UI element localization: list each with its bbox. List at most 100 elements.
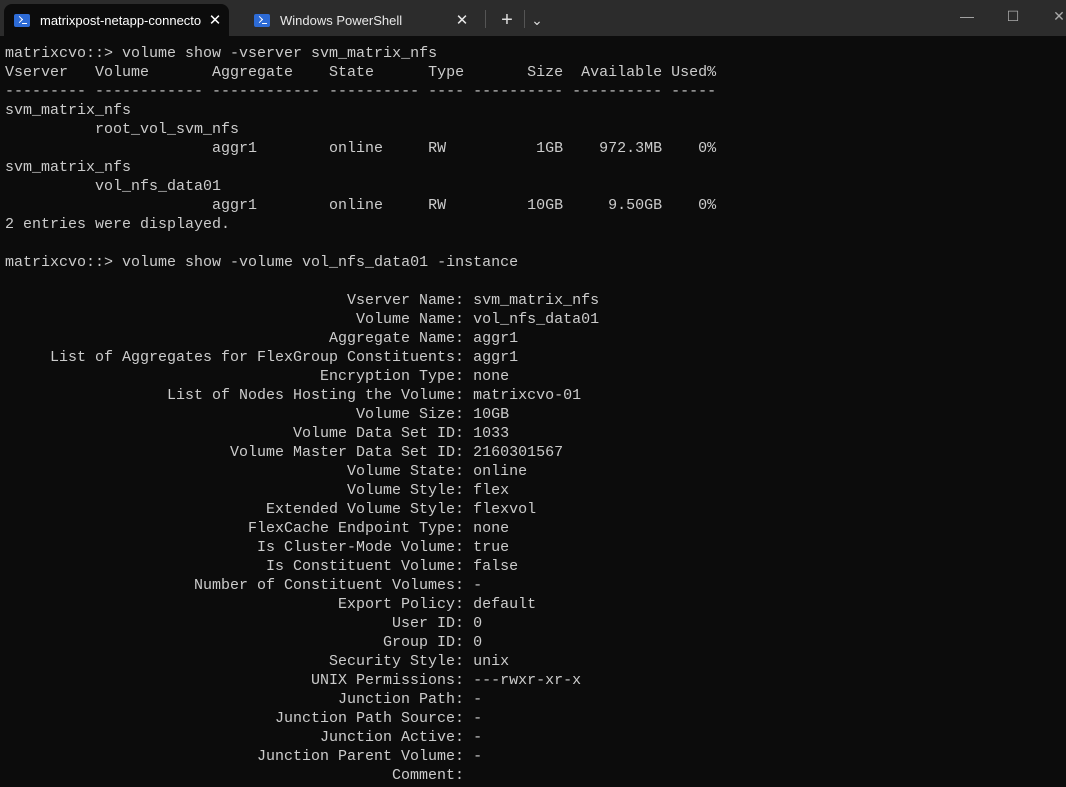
powershell-icon — [254, 13, 270, 27]
field-value: default — [473, 596, 537, 613]
terminal-line: svm_matrix_nfs — [5, 159, 132, 176]
maximize-button[interactable]: ☐ — [990, 2, 1036, 30]
field-value: unix — [473, 653, 510, 670]
instance-field: Volume Name: vol_nfs_data01 — [5, 310, 716, 329]
powershell-icon — [14, 13, 30, 27]
tab-dropdown-chevron-down-icon[interactable]: ⌄ — [526, 6, 548, 34]
terminal-line: aggr1 online RW 10GB 9.50GB 0% — [5, 197, 717, 214]
field-value: flexvol — [473, 501, 537, 518]
field-label: Is Cluster-Mode Volume: — [257, 539, 465, 556]
terminal-line: matrixcvo::> volume show -volume vol_nfs… — [5, 254, 519, 271]
field-label: Export Policy: — [338, 596, 465, 613]
field-label: Is Constituent Volume: — [266, 558, 465, 575]
field-label: Junction Path: — [338, 691, 465, 708]
field-value: online — [473, 463, 528, 480]
field-label: Group ID: — [383, 634, 465, 651]
field-label: Comment: — [392, 767, 465, 784]
field-label: Vserver Name: — [347, 292, 465, 309]
field-label: Number of Constituent Volumes: — [194, 577, 465, 594]
terminal-line: 2 entries were displayed. — [5, 216, 231, 233]
terminal-output[interactable]: matrixcvo::> volume show -vserver svm_ma… — [5, 44, 716, 785]
field-value: flex — [473, 482, 510, 499]
field-value: 1033 — [473, 425, 510, 442]
tab-label: Windows PowerShell — [280, 12, 403, 28]
field-label: UNIX Permissions: — [311, 672, 465, 689]
terminal-line: root_vol_svm_nfs — [5, 121, 240, 138]
field-value: svm_matrix_nfs — [473, 292, 600, 309]
field-label: Volume Style: — [347, 482, 465, 499]
instance-field: User ID: 0 — [5, 614, 716, 633]
close-window-button[interactable]: ✕ — [1036, 2, 1066, 30]
divider — [524, 10, 525, 28]
instance-field: Number of Constituent Volumes: - — [5, 576, 716, 595]
field-label: Junction Path Source: — [275, 710, 465, 727]
terminal-line: Vserver Volume Aggregate State Type Size… — [5, 64, 717, 81]
tab-label: matrixpost-netapp-connector — [40, 12, 201, 28]
divider — [485, 10, 486, 28]
terminal-line: vol_nfs_data01 — [5, 178, 222, 195]
field-value: aggr1 — [473, 349, 519, 366]
instance-field: Junction Active: - — [5, 728, 716, 747]
field-value: matrixcvo-01 — [473, 387, 582, 404]
field-value: - — [473, 577, 483, 594]
instance-field: Comment: — [5, 766, 716, 785]
tab-matrixpost-netapp-connector[interactable]: matrixpost-netapp-connector ✕ — [4, 4, 229, 36]
title-bar: matrixpost-netapp-connector ✕ Windows Po… — [0, 0, 1066, 36]
instance-field: Extended Volume Style: flexvol — [5, 500, 716, 519]
instance-field: Group ID: 0 — [5, 633, 716, 652]
field-label: List of Nodes Hosting the Volume: — [167, 387, 465, 404]
instance-field: Is Constituent Volume: false — [5, 557, 716, 576]
field-value: vol_nfs_data01 — [473, 311, 600, 328]
field-value: none — [473, 520, 510, 537]
instance-field: Is Cluster-Mode Volume: true — [5, 538, 716, 557]
field-label: Junction Parent Volume: — [257, 748, 465, 765]
instance-field: List of Nodes Hosting the Volume: matrixc… — [5, 386, 716, 405]
field-value: none — [473, 368, 510, 385]
instance-field: Volume State: online — [5, 462, 716, 481]
field-label: Volume Master Data Set ID: — [230, 444, 465, 461]
field-value: - — [473, 691, 483, 708]
instance-field: Junction Path Source: - — [5, 709, 716, 728]
instance-field: Volume Size: 10GB — [5, 405, 716, 424]
terminal-line: matrixcvo::> volume show -vserver svm_ma… — [5, 45, 438, 62]
instance-field: Junction Path: - — [5, 690, 716, 709]
instance-field: Vserver Name: svm_matrix_nfs — [5, 291, 716, 310]
field-label: Volume State: — [347, 463, 465, 480]
close-tab-icon[interactable]: ✕ — [448, 11, 476, 29]
field-label: Extended Volume Style: — [266, 501, 465, 518]
field-label: Junction Active: — [320, 729, 465, 746]
field-label: Volume Data Set ID: — [293, 425, 465, 442]
field-value: - — [473, 710, 483, 727]
instance-field: Junction Parent Volume: - — [5, 747, 716, 766]
field-value: - — [473, 748, 483, 765]
field-value: 10GB — [473, 406, 510, 423]
field-label: Volume Name: — [356, 311, 465, 328]
field-value: ---rwxr-xr-x — [473, 672, 582, 689]
field-value: false — [473, 558, 519, 575]
field-label: Encryption Type: — [320, 368, 465, 385]
tab-windows-powershell[interactable]: Windows PowerShell ✕ — [244, 4, 476, 36]
field-value: 0 — [473, 615, 483, 632]
instance-field: FlexCache Endpoint Type: none — [5, 519, 716, 538]
instance-field: Security Style: unix — [5, 652, 716, 671]
field-label: Aggregate Name: — [329, 330, 465, 347]
field-value: 2160301567 — [473, 444, 564, 461]
terminal-line: --------- ------------ ------------ ----… — [5, 83, 717, 100]
close-tab-icon[interactable]: ✕ — [201, 11, 229, 29]
field-label: FlexCache Endpoint Type: — [248, 520, 465, 537]
minimize-button[interactable]: — — [944, 2, 990, 30]
field-value: 0 — [473, 634, 483, 651]
field-label: Security Style: — [329, 653, 465, 670]
instance-field: Aggregate Name: aggr1 — [5, 329, 716, 348]
new-tab-button[interactable]: + — [493, 6, 521, 34]
instance-field: UNIX Permissions: ---rwxr-xr-x — [5, 671, 716, 690]
field-value: aggr1 — [473, 330, 519, 347]
instance-field: Encryption Type: none — [5, 367, 716, 386]
terminal-line: aggr1 online RW 1GB 972.3MB 0% — [5, 140, 717, 157]
field-value: - — [473, 729, 483, 746]
terminal-line: svm_matrix_nfs — [5, 102, 132, 119]
instance-field: Export Policy: default — [5, 595, 716, 614]
instance-field: List of Aggregates for FlexGroup Constit… — [5, 348, 716, 367]
instance-field: Volume Data Set ID: 1033 — [5, 424, 716, 443]
